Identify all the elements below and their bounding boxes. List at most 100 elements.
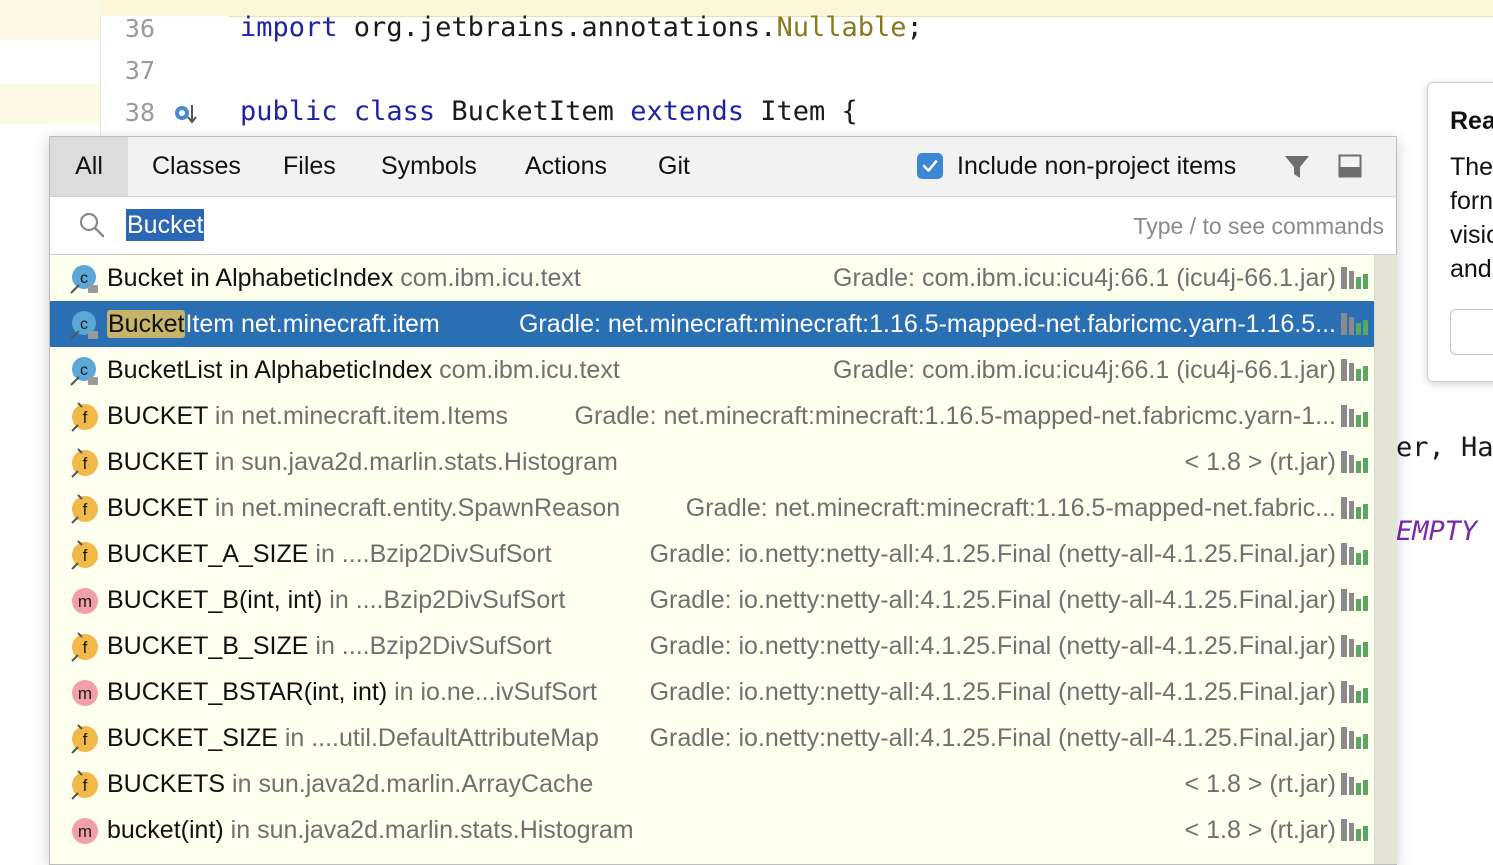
svg-text:f: f [83,546,88,565]
result-name: BUCKET_A_SIZE in ....Bzip2DivSufSort [107,531,552,577]
svg-text:m: m [78,592,92,611]
implemented-overrides-icon[interactable] [172,101,200,127]
result-row[interactable]: m bucket(int) in sun.java2d.marlin.stats.… [50,807,1374,853]
tab-classes[interactable]: Classes [128,137,265,196]
tab-all[interactable]: All [50,137,128,196]
svg-text:c: c [80,270,88,287]
doc-text: and [1450,255,1492,283]
result-name: BUCKET in net.minecraft.entity.SpawnReas… [107,485,620,531]
tab-git[interactable]: Git [634,137,714,196]
left-highlight-2 [0,84,100,124]
result-library: < 1.8 > (rt.jar) [1184,816,1336,844]
result-row[interactable]: f BUCKET in net.minecraft.item.Items Gradl… [50,393,1374,439]
library-icon [1341,267,1368,289]
svg-text:f: f [83,730,88,749]
svg-text:f: f [83,638,88,657]
svg-text:c: c [80,362,88,379]
result-location: in ....Bzip2DivSufSort [322,586,566,614]
result-location: in sun.java2d.marlin.ArrayCache [225,770,594,798]
code-line-38[interactable]: public class BucketItem extends Item { [240,96,858,127]
library-icon [1341,451,1368,473]
result-title: BUCKETS [107,770,226,798]
result-name: BUCKET_SIZE in ....util.DefaultAttribute… [107,715,599,761]
filter-icon[interactable] [1284,154,1310,180]
library-icon [1341,497,1368,519]
code-annotation: Nullable [776,12,907,43]
result-row[interactable]: f BUCKET in net.minecraft.entity.SpawnRea… [50,485,1374,531]
result-title: BUCKET_BSTAR(int, int) [107,678,388,706]
search-everywhere-popup: All Classes Files Symbols Actions Git In… [49,136,1397,865]
code-fragment-constant: EMPTY 1 [1396,516,1478,547]
tab-files[interactable]: Files [259,137,360,196]
documentation-popup: Rea The forn visio and [1427,82,1493,382]
code-class-name: BucketItem [451,96,614,127]
result-library: Gradle: com.ibm.icu:icu4j:66.1 (icu4j-66… [833,264,1336,292]
result-row[interactable]: f BUCKET_A_SIZE in ....Bzip2DivSufSort Gra… [50,531,1374,577]
svg-text:m: m [78,684,92,703]
field-icon: f [71,448,98,478]
checkbox[interactable] [917,153,943,179]
code-keyword: public [240,96,338,127]
result-row[interactable]: f BUCKETS in sun.java2d.marlin.ArrayCache… [50,761,1374,807]
results-list: c Bucket in AlphabeticIndex com.ibm.icu.t… [50,255,1374,864]
library-icon [1341,313,1368,335]
result-name: BUCKET_B(int, int) in ....Bzip2DivSufSor… [107,577,566,623]
result-row[interactable]: c BucketItem net.minecraft.item Gradle: ne… [50,301,1374,347]
include-non-project-toggle[interactable]: Include non-project items [917,149,1236,183]
field-icon: f [71,494,98,524]
library-icon [1341,773,1368,795]
search-hint: Type / to see commands [1133,213,1384,239]
open-in-window-icon[interactable] [1338,154,1362,178]
result-name: BUCKET_B_SIZE in ....Bzip2DivSufSort [107,623,552,669]
scrollbar[interactable] [1374,255,1397,864]
result-row[interactable]: c BucketList in AlphabeticIndex com.ibm.i… [50,347,1374,393]
search-icon [79,212,105,238]
result-library: Gradle: io.netty:netty-all:4.1.25.Final … [649,724,1336,752]
result-location: com.ibm.icu.text [393,264,581,292]
library-icon [1341,727,1368,749]
result-name: BUCKETS in sun.java2d.marlin.ArrayCache [107,761,593,807]
library-icon [1341,635,1368,657]
method-icon: m [72,818,98,844]
result-name: BUCKET_BSTAR(int, int) in io.ne...ivSufS… [107,669,597,715]
result-title: Bucket in AlphabeticIndex [107,264,394,292]
result-location: in sun.java2d.marlin.stats.Histogram [223,816,634,844]
result-location: in net.minecraft.item.Items [207,402,509,430]
search-field-row[interactable]: Bucket Type / to see commands [50,197,1396,255]
code-keyword: extends [630,96,744,127]
tab-symbols[interactable]: Symbols [357,137,501,196]
result-name: BUCKET in sun.java2d.marlin.stats.Histog… [107,439,618,485]
doc-action-button[interactable] [1450,309,1493,355]
result-row[interactable]: c Bucket in AlphabeticIndex com.ibm.icu.t… [50,255,1374,301]
result-row[interactable]: f BUCKET_B_SIZE in ....Bzip2DivSufSort Gra… [50,623,1374,669]
class-icon: c [70,265,98,294]
result-location: in sun.java2d.marlin.stats.Histogram [207,448,618,476]
code-text: org.jetbrains.annotations. [337,12,777,43]
result-row[interactable]: m BUCKET_B(int, int) in ....Bzip2DivSufSo… [50,577,1374,623]
result-location: in net.minecraft.entity.SpawnReason [207,494,621,522]
result-name: Bucket in AlphabeticIndex com.ibm.icu.te… [107,255,581,301]
svg-text:m: m [78,822,92,841]
result-name: bucket(int) in sun.java2d.marlin.stats.H… [107,807,634,853]
code-line-36[interactable]: import org.jetbrains.annotations.Nullabl… [240,12,923,43]
doc-text: visio [1450,221,1493,249]
svg-text:f: f [83,500,88,519]
svg-text:c: c [80,316,88,333]
search-input[interactable]: Bucket [126,209,205,241]
code-text: Item { [760,96,858,127]
doc-text: forn [1450,187,1493,215]
result-title: BucketList in AlphabeticIndex [107,356,433,384]
result-title: BUCKET [107,448,208,476]
result-row[interactable]: f BUCKET in sun.java2d.marlin.stats.Histo… [50,439,1374,485]
svg-text:f: f [83,776,88,795]
field-icon: f [71,540,98,570]
result-row[interactable]: f BUCKET_SIZE in ....util.DefaultAttribut… [50,715,1374,761]
result-location: in io.ne...ivSufSort [387,678,597,706]
doc-title: Rea [1450,107,1493,135]
result-library: Gradle: net.minecraft:minecraft:1.16.5-m… [685,494,1336,522]
svg-text:f: f [83,454,88,473]
field-icon: f [71,402,98,432]
check-icon [922,160,938,172]
result-row[interactable]: m BUCKET_BSTAR(int, int) in io.ne...ivSuf… [50,669,1374,715]
tab-actions[interactable]: Actions [501,137,631,196]
